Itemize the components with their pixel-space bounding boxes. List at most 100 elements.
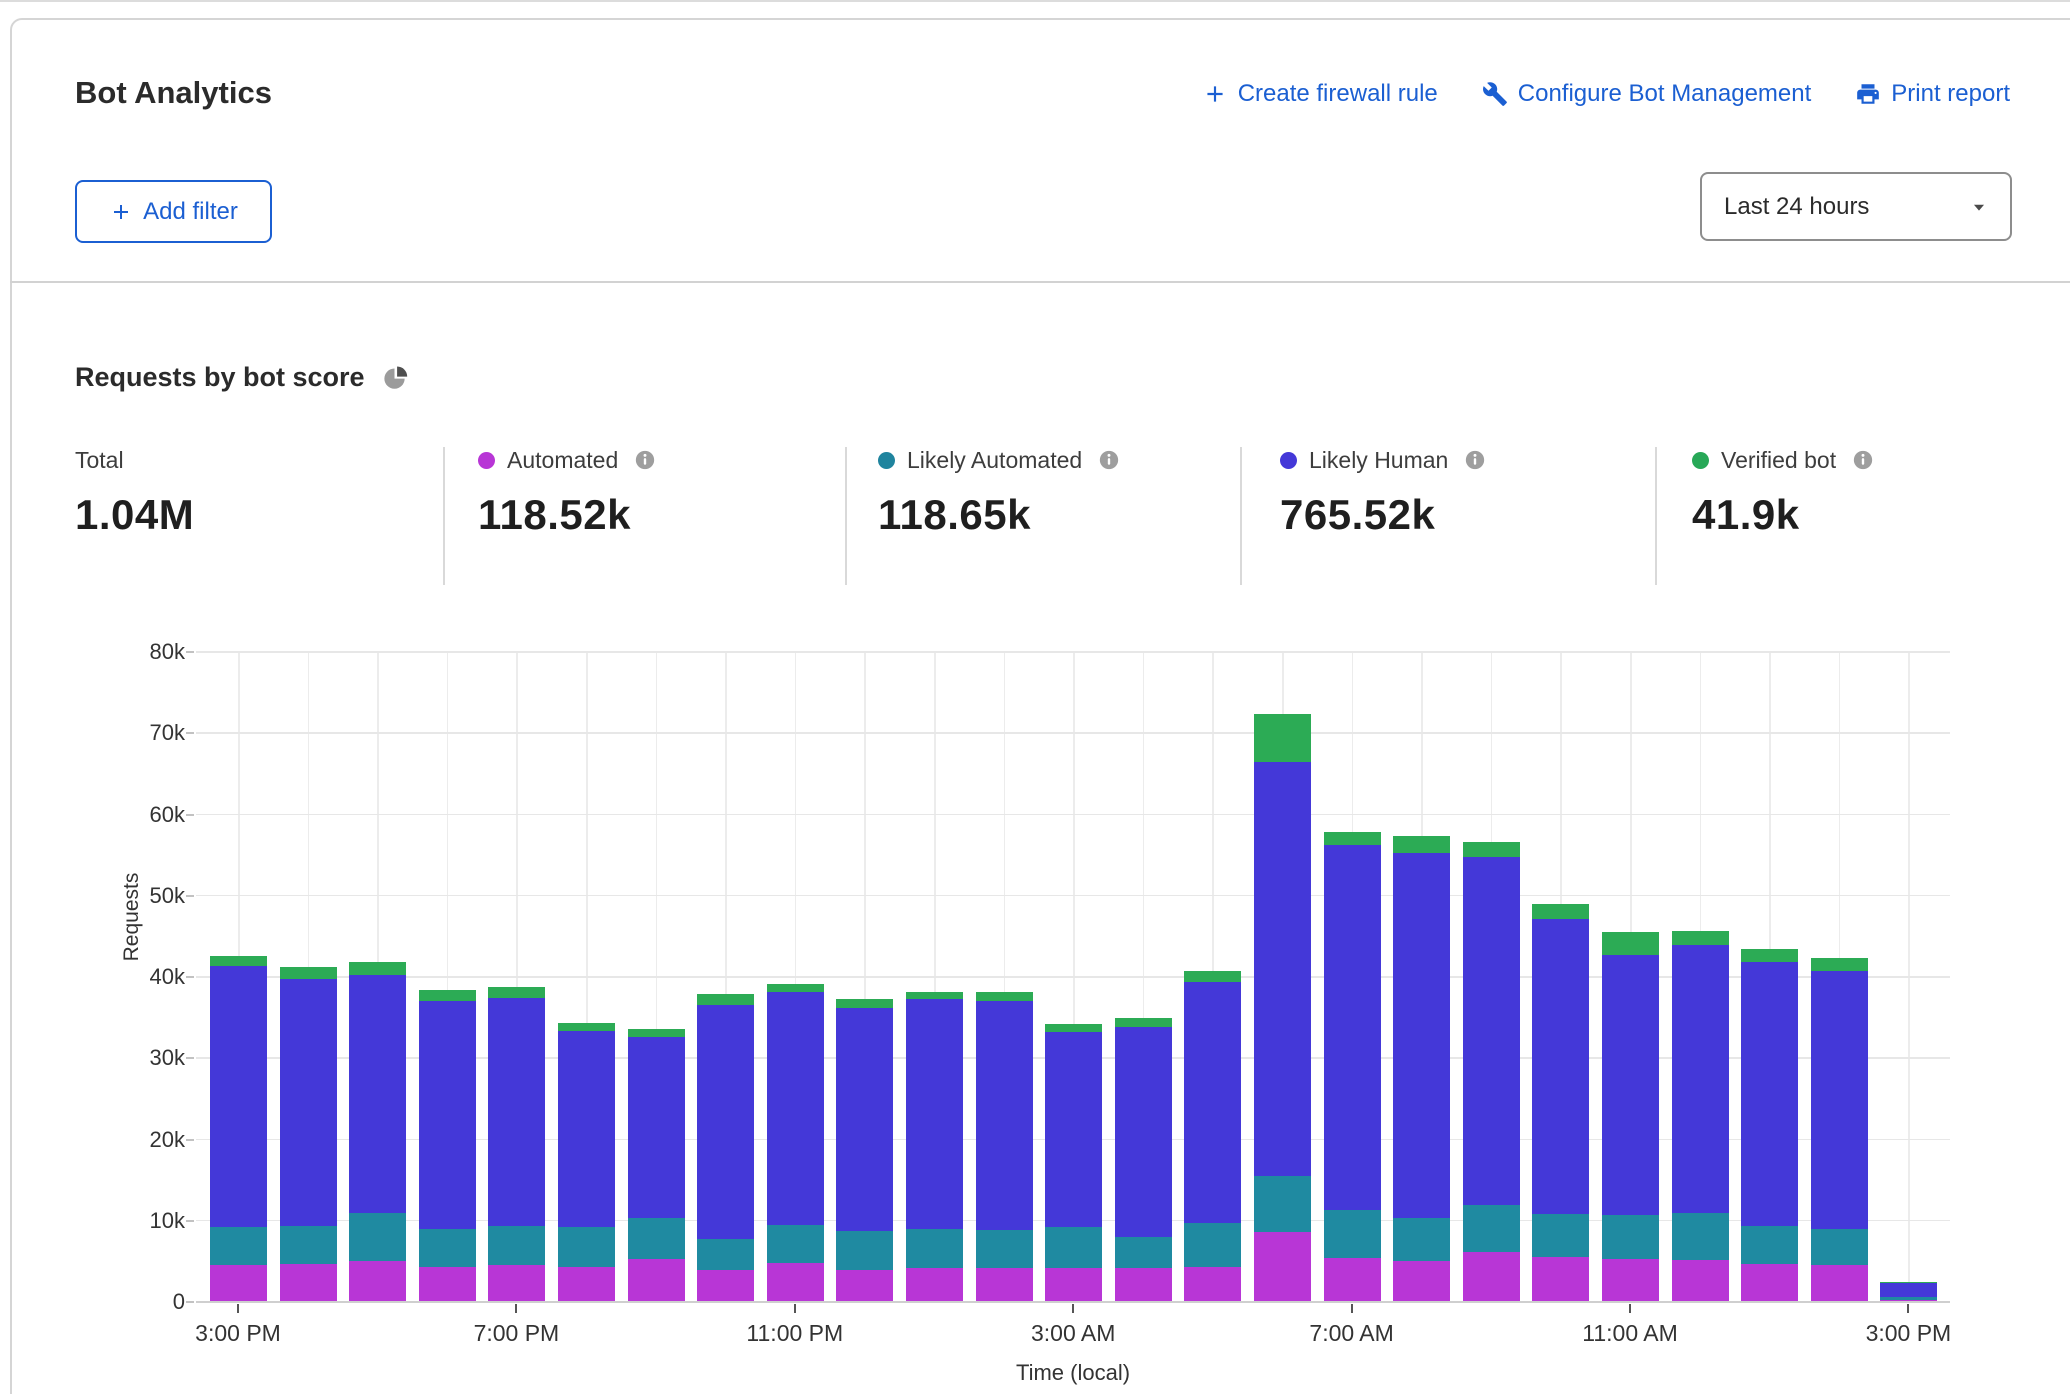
bar-segment-verified-bot [1672,931,1729,946]
chart-bar-2-00-pm[interactable] [1811,958,1868,1303]
plus-icon [109,200,133,224]
bar-segment-automated [628,1259,685,1302]
bar-segment-likely-human [1811,971,1868,1229]
x-axis-tick-label: 3:00 PM [1866,1320,1952,1347]
chart-bar-12-00-pm[interactable] [1672,931,1729,1302]
bar-segment-automated [906,1268,963,1302]
chart-bar-7-00-pm[interactable] [488,987,545,1302]
chart-bar-4-00-am[interactable] [1115,1018,1172,1302]
bar-segment-likely-automated [1254,1176,1311,1232]
chart-bar-11-00-pm[interactable] [767,984,824,1303]
bar-segment-automated [1811,1265,1868,1302]
chart-bar-5-00-am[interactable] [1184,971,1241,1302]
create-firewall-rule-link[interactable]: Create firewall rule [1202,80,1438,108]
time-range-value: Last 24 hours [1724,193,1869,221]
chart-bar-8-00-pm[interactable] [558,1023,615,1303]
x-axis-tick-label: 3:00 PM [195,1320,281,1347]
chart-bar-4-00-pm[interactable] [280,967,337,1302]
time-range-select[interactable]: Last 24 hours [1700,172,2012,241]
section-title: Requests by bot score [75,362,365,393]
chart-bar-7-00-am[interactable] [1324,832,1381,1302]
bar-segment-likely-automated [1672,1213,1729,1260]
x-axis-tick [515,1304,517,1313]
chart-bar-3-00-am[interactable] [1045,1024,1102,1302]
chart-bar-11-00-am[interactable] [1602,932,1659,1303]
bar-segment-likely-human [976,1001,1033,1229]
chart-bar-1-00-pm[interactable] [1741,949,1798,1302]
configure-bot-management-link[interactable]: Configure Bot Management [1482,80,1812,108]
add-filter-button[interactable]: Add filter [75,180,272,243]
bar-segment-likely-automated [767,1225,824,1263]
info-icon[interactable] [634,449,656,471]
page-title: Bot Analytics [75,75,272,111]
automated-legend-dot [478,452,495,469]
bar-segment-likely-automated [1602,1215,1659,1259]
bar-segment-verified-bot [1602,932,1659,956]
bar-segment-likely-human [419,1001,476,1229]
chart-bar-10-00-am[interactable] [1532,904,1589,1302]
chart-bar-6-00-pm[interactable] [419,990,476,1302]
y-axis-tick [186,976,194,978]
add-filter-label: Add filter [143,198,238,226]
bar-segment-likely-human [349,975,406,1213]
bar-segment-likely-automated [1115,1237,1172,1268]
chart-bar-1-00-am[interactable] [906,992,963,1302]
page-top-divider [0,0,2070,2]
chart-bar-9-00-pm[interactable] [628,1029,685,1302]
print-report-link[interactable]: Print report [1855,80,2010,108]
chart-bar-2-00-am[interactable] [976,992,1033,1302]
bar-segment-likely-automated [1741,1226,1798,1263]
stat-automated-label: Automated [507,447,618,474]
bar-segment-automated [210,1265,267,1302]
x-axis-tick-label: 7:00 PM [474,1320,560,1347]
chart-bar-5-00-pm[interactable] [349,962,406,1302]
horizontal-gridline [196,651,1950,653]
bar-segment-likely-automated [1463,1205,1520,1251]
configure-bot-management-label: Configure Bot Management [1518,80,1812,108]
stats-row: Total 1.04M Automated 118.52k Likely Aut… [0,445,2070,585]
chart-bar-3-00-pm[interactable] [210,956,267,1302]
bar-segment-likely-human [1045,1032,1102,1227]
chart-bar-6-00-am[interactable] [1254,714,1311,1302]
info-icon[interactable] [1852,449,1874,471]
chart-bar-8-00-am[interactable] [1393,836,1450,1302]
y-axis-tick-label: 60k [95,802,185,828]
bar-segment-verified-bot [1532,904,1589,919]
y-axis-tick-label: 70k [95,720,185,746]
chart-bar-12-00-am[interactable] [836,999,893,1302]
bar-segment-verified-bot [767,984,824,992]
stat-likely-human-value: 765.52k [1280,491,1486,539]
y-axis-tick [186,1139,194,1141]
bar-segment-likely-automated [906,1229,963,1268]
y-axis-tick [186,1057,194,1059]
likely-automated-legend-dot [878,452,895,469]
bar-segment-likely-automated [419,1229,476,1267]
stat-total: Total 1.04M [75,445,194,539]
bar-segment-verified-bot [210,956,267,966]
y-axis-tick [186,895,194,897]
bar-segment-automated [558,1267,615,1302]
chart-bar-3-00-pm[interactable] [1880,1282,1937,1302]
y-axis-tick-label: 80k [95,639,185,665]
info-icon[interactable] [1464,449,1486,471]
chart-bar-9-00-am[interactable] [1463,842,1520,1302]
printer-icon [1855,81,1881,107]
y-axis-tick-label: 0 [95,1289,185,1315]
bar-segment-likely-automated [1184,1223,1241,1267]
bar-segment-automated [349,1261,406,1302]
print-report-label: Print report [1891,80,2010,108]
stat-divider [443,447,445,585]
stat-divider [1240,447,1242,585]
chart-bar-10-00-pm[interactable] [697,994,754,1302]
info-icon[interactable] [1098,449,1120,471]
bar-segment-likely-human [280,979,337,1227]
bar-segment-likely-human [1115,1027,1172,1237]
bar-segment-verified-bot [280,967,337,978]
chevron-down-icon [1968,196,1990,218]
y-axis-tick-label: 40k [95,964,185,990]
bar-segment-likely-automated [349,1213,406,1261]
bar-segment-likely-human [1672,945,1729,1212]
bar-segment-likely-automated [976,1230,1033,1268]
bar-segment-likely-human [767,992,824,1225]
bar-segment-likely-human [906,999,963,1229]
